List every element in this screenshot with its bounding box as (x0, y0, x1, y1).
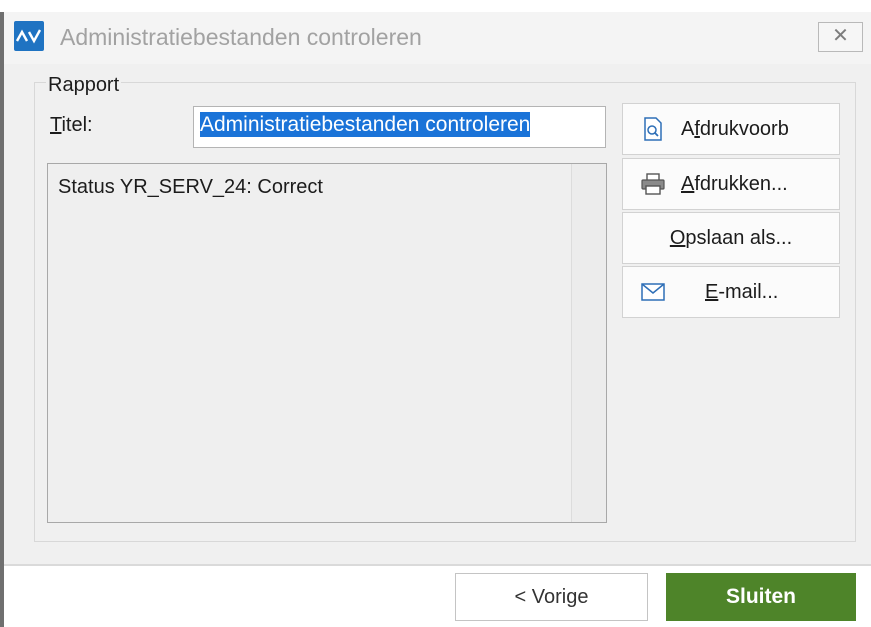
title-input-selected-text: Administratiebestanden controleren (200, 112, 531, 137)
close-button[interactable]: ✕ (818, 22, 863, 52)
save-as-label: Opslaan als... (669, 226, 793, 249)
email-label: E-mail... (705, 280, 779, 303)
report-status-text: Status YR_SERV_24: Correct (58, 176, 323, 198)
rapport-group-label: Rapport (46, 74, 122, 97)
close-dialog-button[interactable]: Sluiten (666, 573, 856, 621)
print-label: Afdrukken... (681, 172, 788, 195)
envelope-icon (641, 280, 665, 304)
app-logo-icon (14, 21, 44, 51)
title-input[interactable]: Administratiebestanden controleren (193, 106, 606, 148)
footer-divider (4, 564, 871, 566)
close-icon: ✕ (832, 25, 849, 47)
print-button[interactable]: Afdrukken... (622, 158, 840, 210)
dialog-window: Administratiebestanden controleren ✕ Rap… (0, 0, 871, 627)
window-title: Administratiebestanden controleren (60, 24, 422, 50)
print-preview-button[interactable]: Afdrukvoorb (622, 103, 840, 155)
title-field-label: Titel: (50, 114, 93, 136)
report-output-area[interactable]: Status YR_SERV_24: Correct (47, 163, 607, 523)
report-scrollbar[interactable] (571, 164, 606, 522)
print-preview-icon (641, 117, 665, 141)
back-button[interactable]: < Vorige (455, 573, 648, 621)
print-preview-label: Afdrukvoorb (681, 117, 789, 140)
printer-icon (641, 172, 665, 196)
save-as-button[interactable]: Opslaan als... (622, 212, 840, 264)
email-button[interactable]: E-mail... (622, 266, 840, 318)
